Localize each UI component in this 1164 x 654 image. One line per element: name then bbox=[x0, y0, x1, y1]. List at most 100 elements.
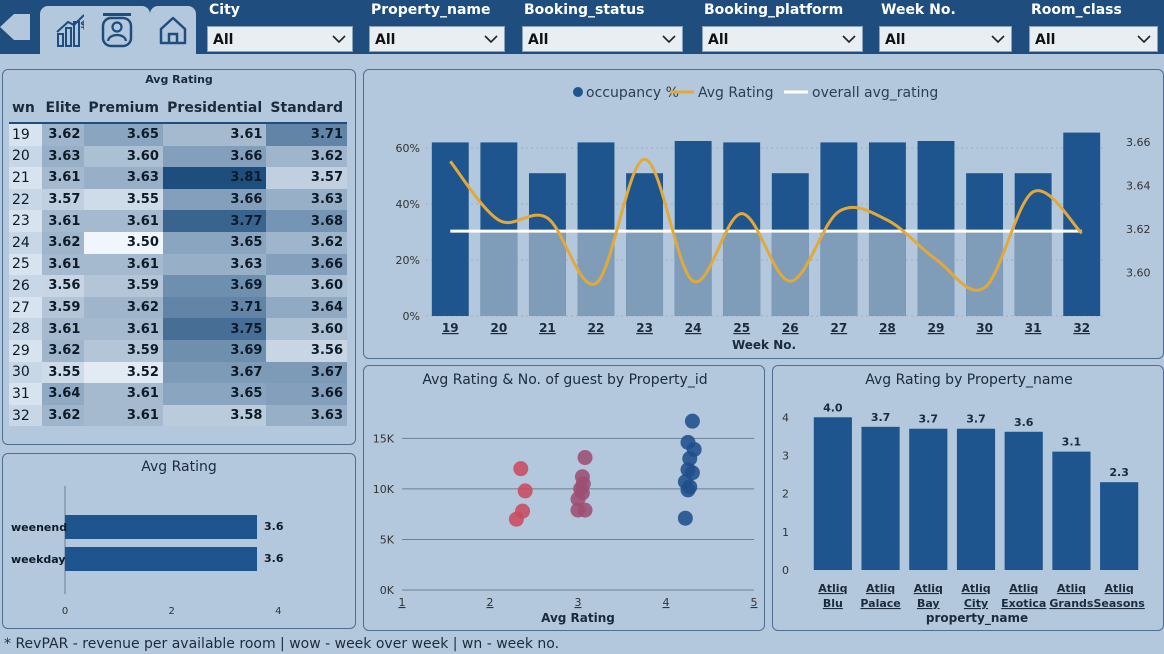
filter-room-class-label: Room_class bbox=[1031, 2, 1122, 18]
filter-property-name-value: All bbox=[375, 32, 396, 48]
occupancy-bar bbox=[1063, 132, 1101, 316]
back-arrow-icon[interactable] bbox=[0, 10, 34, 44]
x-tick-label: Atliq bbox=[961, 582, 990, 595]
y-tick-label: 2 bbox=[782, 488, 789, 501]
matrix-week-cell: 20 bbox=[9, 145, 42, 168]
matrix-value-cell: 3.50 bbox=[84, 231, 163, 254]
filter-booking-platform-label: Booking_platform bbox=[704, 2, 844, 18]
chart-title: Avg Rating by Property_name bbox=[865, 372, 1073, 388]
x-tick-label: 32 bbox=[1073, 321, 1090, 335]
filter-room-class-dropdown[interactable]: All bbox=[1029, 26, 1158, 52]
matrix-value-cell: 3.62 bbox=[84, 296, 163, 319]
matrix-col-header: wn bbox=[9, 94, 42, 124]
matrix-value-cell: 3.71 bbox=[266, 123, 347, 146]
filter-week-no-dropdown[interactable]: All bbox=[879, 26, 1012, 52]
filter-property-name-dropdown[interactable]: All bbox=[369, 26, 505, 52]
avg-rating-matrix-panel: Avg Rating wn Elite Premium Presidential Sta… bbox=[2, 69, 356, 445]
filter-week-no-label: Week No. bbox=[881, 2, 956, 18]
matrix-value-cell: 3.61 bbox=[84, 210, 163, 232]
x-tick-label: 23 bbox=[636, 321, 653, 335]
matrix-row: 32 3.62 3.61 3.58 3.63 bbox=[9, 404, 347, 427]
x-tick-label: 3 bbox=[575, 596, 582, 609]
data-label: 3.1 bbox=[1062, 436, 1082, 449]
matrix-value-cell: 3.60 bbox=[84, 145, 163, 168]
matrix-week-cell: 24 bbox=[9, 231, 42, 254]
weekend-weekday-panel: Avg Rating weenend 3.6 weekday 3.6 0 2 4 bbox=[2, 453, 356, 629]
matrix-value-cell: 3.61 bbox=[84, 383, 163, 405]
x-tick-label: Atliq bbox=[818, 582, 847, 595]
chevron-down-icon bbox=[1137, 35, 1151, 44]
matrix-value-cell: 3.63 bbox=[162, 253, 267, 276]
x-axis-title: Week No. bbox=[732, 338, 796, 352]
matrix-value-cell: 3.56 bbox=[42, 275, 85, 297]
matrix-value-cell: 3.58 bbox=[162, 404, 267, 427]
x-axis-title: property_name bbox=[926, 611, 1028, 626]
matrix-value-cell: 3.81 bbox=[162, 167, 267, 189]
filter-booking-status-dropdown[interactable]: All bbox=[522, 26, 683, 52]
bar bbox=[65, 547, 257, 571]
y-tick-label: 0 bbox=[782, 564, 789, 577]
data-label: 3.6 bbox=[264, 552, 284, 565]
nav-home-button[interactable] bbox=[150, 6, 196, 54]
matrix-value-cell: 3.61 bbox=[42, 167, 85, 189]
matrix-value-cell: 3.63 bbox=[266, 188, 347, 211]
occupancy-bar-lower bbox=[626, 231, 664, 316]
matrix-week-cell: 26 bbox=[9, 275, 42, 297]
legend-label: overall avg_rating bbox=[812, 85, 938, 101]
matrix-value-cell: 3.68 bbox=[266, 210, 347, 232]
nav-guest-button[interactable] bbox=[84, 6, 150, 54]
filter-room-class-value: All bbox=[1035, 32, 1056, 48]
x-tick-label: Atliq bbox=[1057, 582, 1086, 595]
filter-property-name-label: Property_name bbox=[371, 2, 491, 18]
occupancy-bar-lower bbox=[820, 231, 858, 316]
matrix-week-cell: 27 bbox=[9, 296, 42, 319]
matrix-week-cell: 21 bbox=[9, 167, 42, 189]
x-tick-label: 27 bbox=[831, 321, 848, 335]
matrix-value-cell: 3.59 bbox=[84, 339, 163, 362]
y-tick-label: 5K bbox=[380, 533, 395, 546]
x-tick-label: 31 bbox=[1025, 321, 1042, 335]
bar bbox=[65, 515, 257, 539]
x-tick-label: 2 bbox=[168, 606, 174, 617]
matrix-value-cell: 3.62 bbox=[266, 231, 347, 254]
matrix-value-cell: 3.56 bbox=[266, 339, 347, 362]
matrix-body: 19 3.62 3.65 3.61 3.71 20 3.63 3.60 3.66 3.62 21 3.… bbox=[9, 123, 347, 427]
matrix-week-cell: 29 bbox=[9, 339, 42, 362]
matrix-value-cell: 3.65 bbox=[162, 231, 267, 254]
x-tick-label: 29 bbox=[928, 321, 945, 335]
matrix-title: Avg Rating bbox=[145, 73, 213, 86]
matrix-value-cell: 3.67 bbox=[162, 361, 267, 384]
filter-city-label: City bbox=[209, 2, 240, 18]
filter-bar: $ City All Property_name All Booking_sta… bbox=[0, 0, 1164, 54]
y-right-tick-label: 3.62 bbox=[1126, 223, 1151, 236]
matrix-value-cell: 3.59 bbox=[84, 275, 163, 297]
matrix-value-cell: 3.52 bbox=[84, 361, 163, 384]
matrix-row: 31 3.64 3.61 3.65 3.66 bbox=[9, 383, 347, 405]
x-tick-label: Blu bbox=[823, 597, 843, 610]
x-tick-label: 25 bbox=[733, 321, 750, 335]
data-label: 3.7 bbox=[919, 413, 939, 426]
matrix-value-cell: 3.75 bbox=[162, 318, 267, 340]
matrix-value-cell: 3.60 bbox=[266, 318, 347, 340]
x-tick-label: 2 bbox=[487, 596, 494, 609]
filter-city-dropdown[interactable]: All bbox=[207, 26, 353, 52]
y-left-tick-label: 60% bbox=[396, 142, 420, 155]
filter-booking-platform-value: All bbox=[708, 32, 729, 48]
data-label: 3.6 bbox=[264, 520, 284, 533]
x-tick-label: 4 bbox=[275, 606, 281, 617]
filter-booking-platform-dropdown[interactable]: All bbox=[702, 26, 863, 52]
y-tick-label: 4 bbox=[782, 411, 789, 424]
bar bbox=[813, 417, 852, 570]
y-tick-label: 1 bbox=[782, 526, 789, 539]
filter-week-no-value: All bbox=[885, 32, 906, 48]
x-tick-label: Atliq bbox=[914, 582, 943, 595]
legend-label: occupancy % bbox=[586, 85, 679, 101]
filter-property-name: Property_name All bbox=[369, 0, 505, 54]
scatter-point bbox=[508, 511, 524, 527]
matrix-value-cell: 3.55 bbox=[42, 361, 85, 384]
x-tick-label: 22 bbox=[588, 321, 605, 335]
rating-by-property-panel: Avg Rating by Property_name 0 1 2 3 4 4.0 Atliq… bbox=[772, 365, 1164, 631]
matrix-value-cell: 3.59 bbox=[42, 296, 85, 319]
matrix-value-cell: 3.57 bbox=[266, 167, 347, 189]
filter-booking-status: Booking_status All bbox=[522, 0, 683, 54]
